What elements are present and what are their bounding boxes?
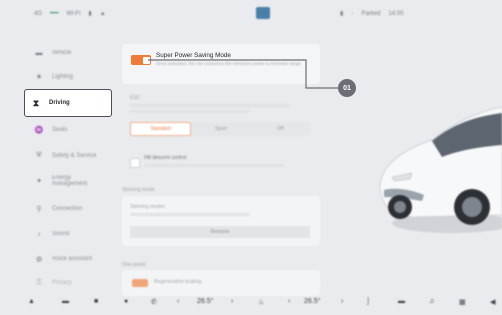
- left-temp-up-button[interactable]: ›: [231, 298, 233, 305]
- message-icon[interactable]: ▬: [398, 298, 405, 305]
- grid-icon[interactable]: ▦: [459, 298, 466, 306]
- seat-heat-icon[interactable]: ♨: [258, 298, 264, 306]
- left-temp-value: 26.5°: [197, 298, 214, 305]
- music-icon[interactable]: ♫: [429, 298, 434, 305]
- phone-icon[interactable]: ✆: [151, 298, 157, 306]
- left-temp-down-button[interactable]: ‹: [177, 298, 179, 305]
- bottom-dock: ▲ ▬ ■ ● ✆ ‹ 26.5° › ♨ ‹ 26.5° › ⌡ ▬ ♫ ▦ …: [0, 292, 502, 315]
- callout-badge: 01: [338, 79, 356, 97]
- right-temp-down-button[interactable]: ‹: [288, 298, 290, 305]
- volume-icon[interactable]: ◀: [490, 298, 495, 306]
- car-rim: [462, 197, 482, 217]
- home-icon[interactable]: ▲: [28, 298, 35, 305]
- wiper-icon[interactable]: ⌡: [366, 298, 370, 305]
- app-icon[interactable]: ■: [94, 298, 98, 305]
- callout-leader-path: [148, 59, 338, 89]
- fan-icon[interactable]: ●: [124, 298, 128, 305]
- right-temp-up-button[interactable]: ›: [341, 298, 343, 305]
- car-rim-front: [394, 201, 406, 213]
- car-icon[interactable]: ▬: [62, 298, 69, 305]
- right-temp-value: 26.5°: [304, 298, 321, 305]
- vehicle-image: [379, 106, 502, 233]
